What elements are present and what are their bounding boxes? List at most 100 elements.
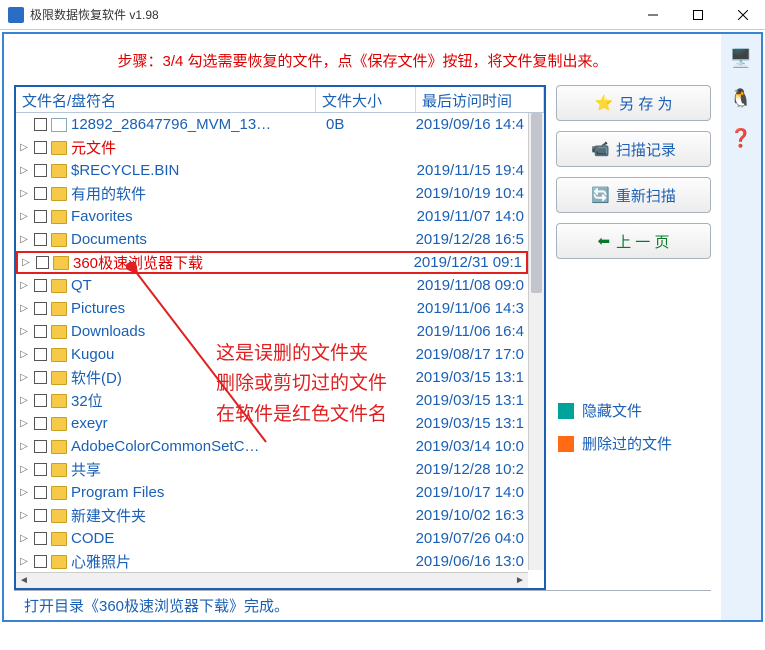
folder-icon (51, 302, 67, 316)
file-name: 12892_28647796_MVM_13… (71, 116, 326, 133)
expand-caret[interactable]: ▷ (18, 510, 30, 521)
rescan-label: 重新扫描 (616, 185, 676, 206)
row-checkbox[interactable] (34, 440, 47, 453)
table-row[interactable]: ▷CODE2019/07/26 04:0 (16, 527, 528, 550)
row-checkbox[interactable] (34, 325, 47, 338)
pane-wrap: 文件名/盘符名 文件大小 最后访问时间 12892_28647796_MVM_1… (14, 85, 711, 590)
file-date: 2019/10/17 14:0 (396, 484, 526, 501)
expand-caret[interactable]: ▷ (18, 211, 30, 222)
scan-log-label: 扫描记录 (616, 139, 676, 160)
row-checkbox[interactable] (34, 417, 47, 430)
table-row[interactable]: ▷共享2019/12/28 10:2 (16, 458, 528, 481)
legend-hidden-swatch (558, 403, 574, 419)
hscroll-right[interactable]: ► (512, 575, 528, 586)
table-row[interactable]: ▷Kugou2019/08/17 17:0 (16, 343, 528, 366)
file-date: 2019/10/19 10:4 (396, 185, 526, 202)
table-row[interactable]: ▷元文件 (16, 136, 528, 159)
file-name: QT (71, 277, 326, 294)
col-date[interactable]: 最后访问时间 (416, 87, 544, 112)
col-size[interactable]: 文件大小 (316, 87, 416, 112)
col-name[interactable]: 文件名/盘符名 (16, 87, 316, 112)
row-checkbox[interactable] (34, 348, 47, 361)
hscroll-left[interactable]: ◄ (16, 575, 32, 586)
expand-caret[interactable]: ▷ (18, 441, 30, 452)
table-row[interactable]: ▷新建文件夹2019/10/02 16:3 (16, 504, 528, 527)
row-checkbox[interactable] (34, 141, 47, 154)
file-icon (51, 118, 67, 132)
vertical-scrollbar[interactable] (528, 113, 544, 570)
folder-icon (51, 141, 67, 155)
expand-caret[interactable]: ▷ (18, 487, 30, 498)
table-row[interactable]: ▷心雅照片2019/06/16 13:0 (16, 550, 528, 570)
expand-caret[interactable]: ▷ (18, 188, 30, 199)
file-name: CODE (71, 530, 326, 547)
table-row[interactable]: 12892_28647796_MVM_13…0B2019/09/16 14:4 (16, 113, 528, 136)
legend: 隐藏文件 删除过的文件 (556, 399, 711, 455)
table-row[interactable]: ▷AdobeColorCommonSetC…2019/03/14 10:0 (16, 435, 528, 458)
table-row[interactable]: ▷有用的软件2019/10/19 10:4 (16, 182, 528, 205)
dock-help-icon[interactable]: ❓ (727, 124, 755, 152)
expand-caret[interactable]: ▷ (18, 349, 30, 360)
row-checkbox[interactable] (34, 463, 47, 476)
table-row[interactable]: ▷Favorites2019/11/07 14:0 (16, 205, 528, 228)
row-checkbox[interactable] (34, 371, 47, 384)
row-checkbox[interactable] (34, 509, 47, 522)
folder-icon (51, 279, 67, 293)
table-row[interactable]: ▷Documents2019/12/28 16:5 (16, 228, 528, 251)
file-date: 2019/11/06 14:3 (396, 300, 526, 317)
expand-caret[interactable]: ▷ (18, 142, 30, 153)
save-button[interactable]: ⭐ 另 存 为 (556, 85, 711, 121)
expand-caret[interactable]: ▷ (18, 280, 30, 291)
table-row[interactable]: ▷exeyr2019/03/15 13:1 (16, 412, 528, 435)
row-checkbox[interactable] (34, 233, 47, 246)
expand-caret[interactable]: ▷ (18, 234, 30, 245)
expand-caret[interactable]: ▷ (18, 556, 30, 567)
table-row[interactable]: ▷Pictures2019/11/06 14:3 (16, 297, 528, 320)
folder-icon (51, 486, 67, 500)
table-row[interactable]: ▷$RECYCLE.BIN2019/11/15 19:4 (16, 159, 528, 182)
vscroll-thumb[interactable] (531, 113, 542, 293)
row-checkbox[interactable] (36, 256, 49, 269)
row-checkbox[interactable] (34, 279, 47, 292)
maximize-button[interactable] (675, 0, 720, 30)
expand-caret[interactable]: ▷ (18, 326, 30, 337)
table-row[interactable]: ▷32位2019/03/15 13:1 (16, 389, 528, 412)
file-date: 2019/11/07 14:0 (396, 208, 526, 225)
file-name: Program Files (71, 484, 326, 501)
horizontal-scrollbar[interactable]: ◄ ► (16, 572, 528, 588)
file-name: exeyr (71, 415, 326, 432)
prev-page-button[interactable]: ⬅ 上 一 页 (556, 223, 711, 259)
expand-caret[interactable]: ▷ (18, 303, 30, 314)
row-checkbox[interactable] (34, 394, 47, 407)
dock-qq-icon[interactable]: 🐧 (727, 84, 755, 112)
expand-caret[interactable]: ▷ (18, 395, 30, 406)
close-button[interactable] (720, 0, 765, 30)
table-row[interactable]: ▷Downloads2019/11/06 16:4 (16, 320, 528, 343)
legend-deleted-label: 删除过的文件 (582, 433, 672, 454)
scan-log-button[interactable]: 📹 扫描记录 (556, 131, 711, 167)
table-row[interactable]: ▷ Program Files 2019/10/17 14:0 (16, 481, 528, 504)
table-row[interactable]: ▷软件(D)2019/03/15 13:1 (16, 366, 528, 389)
file-date: 2019/03/14 10:0 (396, 438, 526, 455)
expand-caret[interactable]: ▷ (18, 464, 30, 475)
row-checkbox[interactable] (34, 164, 47, 177)
expand-caret[interactable]: ▷ (18, 418, 30, 429)
table-row[interactable]: ▷QT2019/11/08 09:0 (16, 274, 528, 297)
row-checkbox[interactable] (34, 486, 47, 499)
dock-icon-1[interactable]: 🖥️ (727, 44, 755, 72)
row-checkbox[interactable] (34, 118, 47, 131)
main-panel: 步骤：3/4 勾选需要恢复的文件，点《保存文件》按钮，将文件复制出来。 文件名/… (2, 32, 763, 622)
expand-caret[interactable]: ▷ (18, 533, 30, 544)
row-checkbox[interactable] (34, 302, 47, 315)
file-date: 2019/03/15 13:1 (396, 392, 526, 409)
expand-caret[interactable]: ▷ (18, 165, 30, 176)
expand-caret[interactable]: ▷ (20, 257, 32, 268)
row-checkbox[interactable] (34, 532, 47, 545)
row-checkbox[interactable] (34, 210, 47, 223)
minimize-button[interactable] (630, 0, 675, 30)
row-checkbox[interactable] (34, 555, 47, 568)
table-row[interactable]: ▷360极速浏览器下载2019/12/31 09:1 (16, 251, 528, 274)
rescan-button[interactable]: 🔄 重新扫描 (556, 177, 711, 213)
row-checkbox[interactable] (34, 187, 47, 200)
expand-caret[interactable]: ▷ (18, 372, 30, 383)
